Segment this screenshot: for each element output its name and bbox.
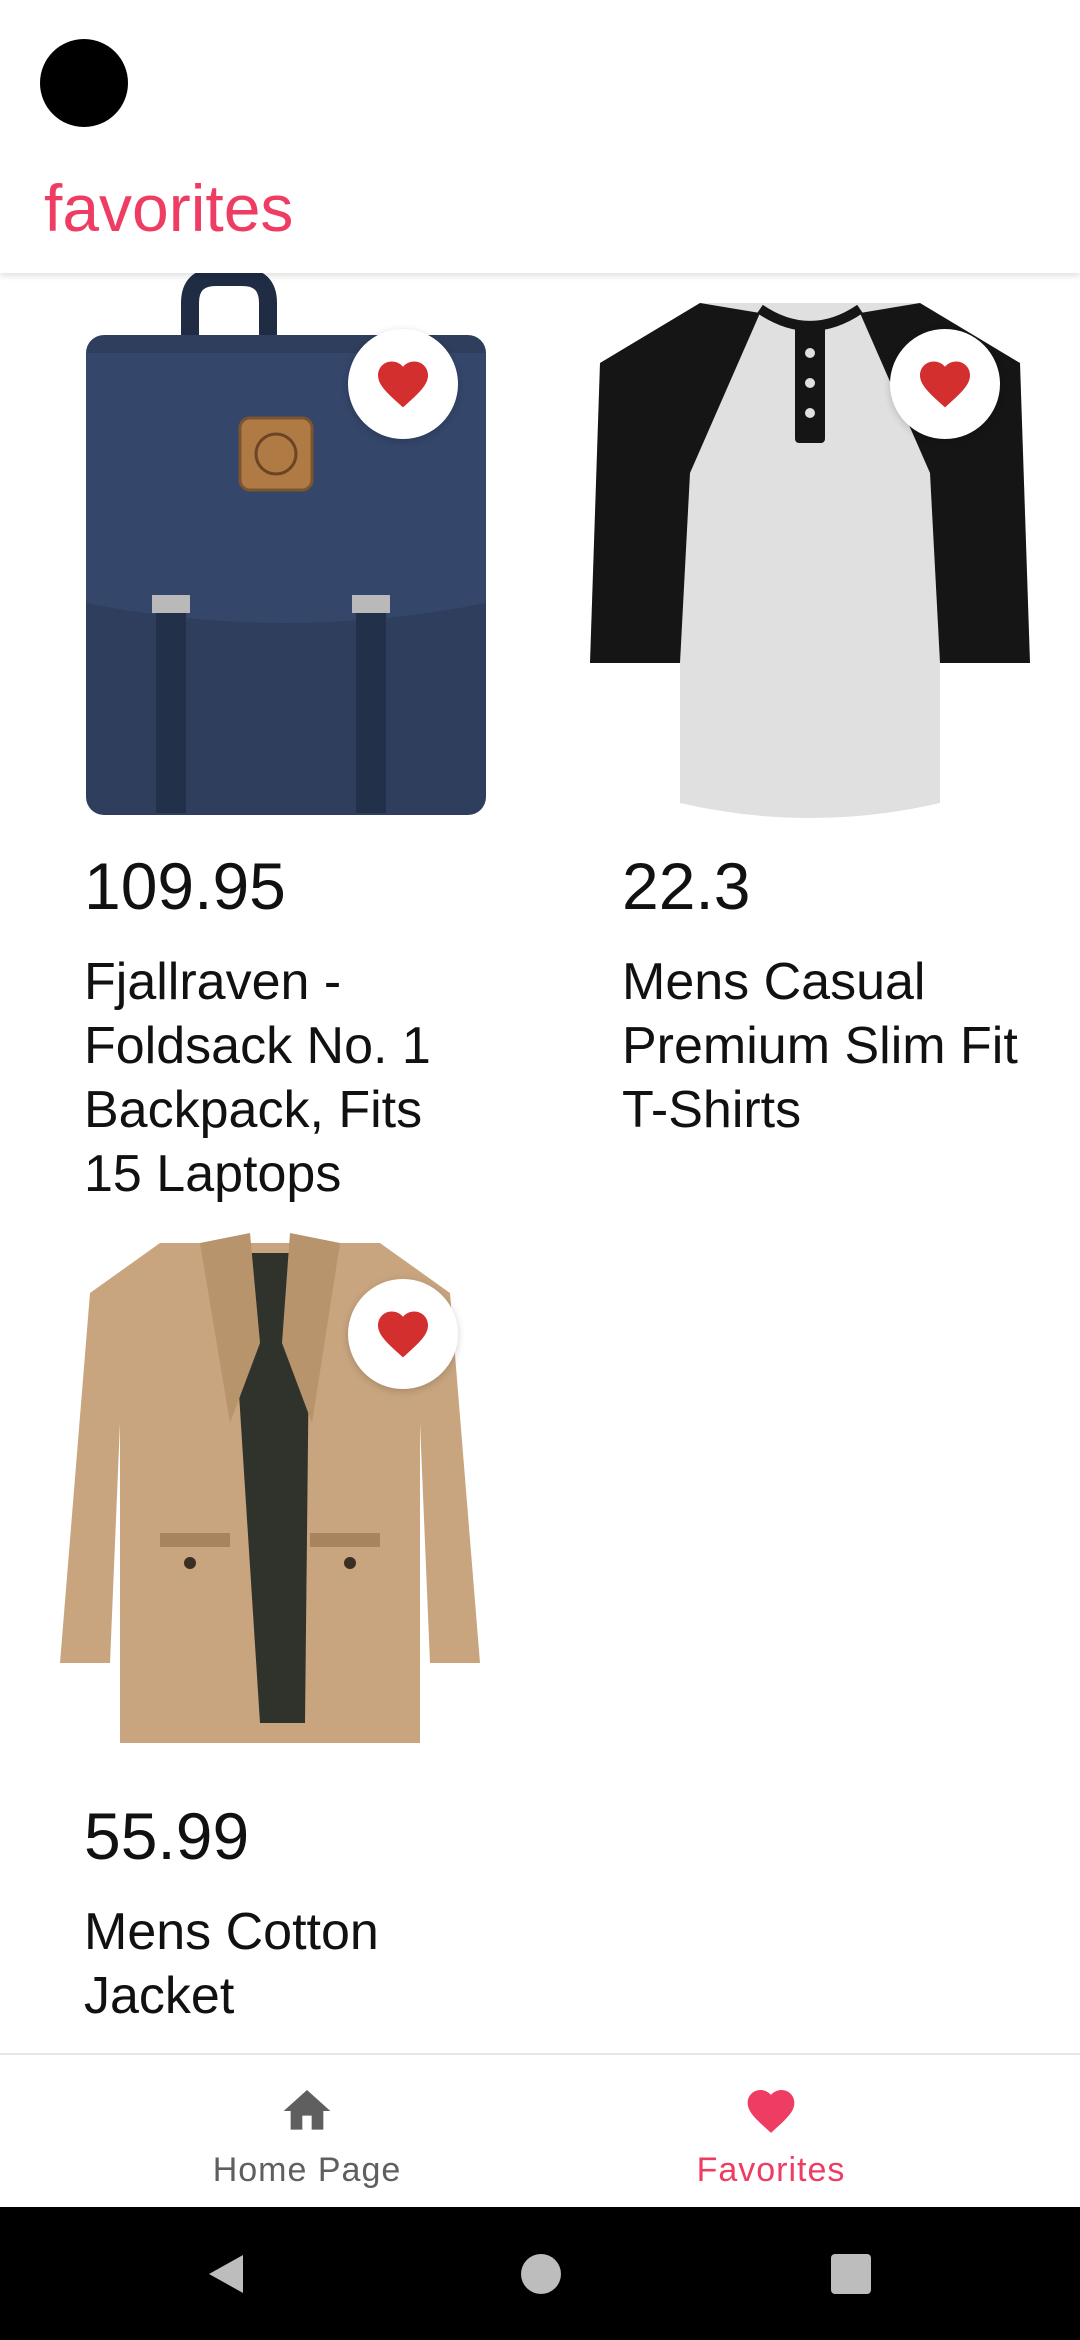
product-name: Mens Cotton Jacket <box>84 1903 379 2025</box>
nav-label-home: Home Page <box>212 2151 402 2189</box>
favorite-toggle[interactable] <box>348 329 458 439</box>
heart-icon <box>378 1311 428 1358</box>
favorites-grid: 109.95 Fjallraven - Foldsack No. 1 Backp… <box>0 273 1080 2053</box>
product-name: Fjallraven - Foldsack No. 1 Backpack, Fi… <box>84 953 431 1203</box>
nav-item-favorites[interactable]: Favorites <box>501 2055 1041 2209</box>
product-price: 22.3 <box>622 849 751 923</box>
favorite-toggle[interactable] <box>348 1279 458 1389</box>
product-price: 109.95 <box>84 849 286 923</box>
heart-icon <box>920 361 970 408</box>
home-circle-icon[interactable] <box>518 2251 564 2297</box>
product-card[interactable]: 22.3 Mens Casual Premium Slim Fit T-Shir… <box>540 273 1080 1213</box>
page-title: favorites <box>44 171 294 245</box>
back-icon[interactable] <box>203 2251 249 2297</box>
product-price: 55.99 <box>84 1799 250 1873</box>
heart-icon <box>378 361 428 408</box>
home-icon <box>283 2090 331 2130</box>
app-header: favorites <box>0 0 1080 273</box>
nav-item-home[interactable]: Home Page <box>37 2055 577 2209</box>
system-nav-bar <box>0 2207 1080 2340</box>
recents-icon[interactable] <box>828 2251 874 2297</box>
product-name: Mens Casual Premium Slim Fit T-Shirts <box>622 953 1018 1139</box>
heart-icon <box>747 2090 795 2133</box>
product-card[interactable]: 55.99 Mens Cotton Jacket <box>0 1223 540 2053</box>
nav-label-favorites: Favorites <box>696 2151 846 2189</box>
product-card[interactable]: 109.95 Fjallraven - Foldsack No. 1 Backp… <box>0 273 540 1213</box>
avatar[interactable] <box>40 39 128 127</box>
bottom-navigation: Home Page Favorites <box>0 2053 1080 2207</box>
favorite-toggle[interactable] <box>890 329 1000 439</box>
